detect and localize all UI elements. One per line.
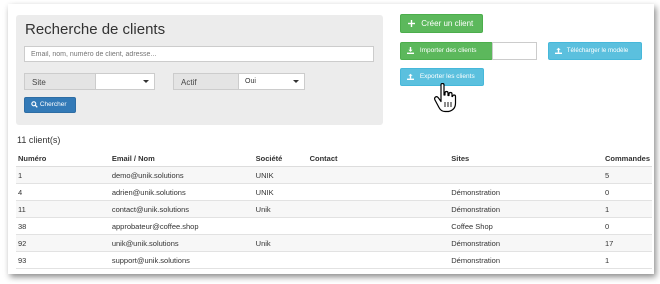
import-file-input[interactable]: [492, 42, 537, 60]
cell-company: UNIK: [253, 166, 308, 184]
cell-company: Unik: [253, 234, 308, 252]
column-header-number: Numéro: [16, 150, 110, 167]
cell-email: unik@unik.solutions: [109, 234, 254, 252]
cell-sites: Démonstration: [449, 200, 603, 218]
cell-sites: [449, 166, 603, 184]
table-row[interactable]: 1 demo@unik.solutions UNIK 5: [16, 166, 652, 184]
cell-number: 93: [16, 251, 110, 269]
chevron-down-icon: [293, 80, 299, 83]
active-select[interactable]: Oui: [238, 73, 305, 90]
cell-contact: [307, 200, 450, 218]
search-icon: [31, 101, 38, 108]
cell-contact: [307, 166, 450, 184]
search-panel: Recherche de clients Site Actif Oui Cher…: [16, 15, 383, 125]
cell-number: 1: [16, 166, 110, 184]
cell-email: support@unik.solutions: [109, 251, 254, 269]
cell-company: Unik: [253, 200, 308, 218]
upload-icon: [555, 47, 562, 54]
cell-contact: [307, 217, 450, 235]
table-header-row: Numéro Email / Nom Société Contact Sites…: [16, 150, 652, 167]
column-header-contact: Contact: [307, 150, 450, 167]
cell-sites: Démonstration: [449, 234, 603, 252]
plus-icon: [408, 20, 415, 28]
panel-title: Recherche de clients: [25, 21, 166, 38]
column-header-email: Email / Nom: [109, 150, 254, 167]
site-select[interactable]: [95, 73, 155, 90]
cell-sites: Démonstration: [449, 251, 603, 269]
cell-company: [253, 251, 308, 269]
chevron-down-icon: [143, 80, 149, 83]
column-header-company: Société: [253, 150, 308, 167]
hand-cursor-icon: [434, 83, 457, 113]
create-client-button[interactable]: Créer un client: [400, 14, 483, 33]
cell-number: 92: [16, 234, 110, 252]
table-row[interactable]: 11 contact@unik.solutions Unik Démonstra…: [16, 200, 652, 218]
site-label: Site: [24, 73, 96, 90]
download-template-label: Télécharger le modèle: [566, 47, 629, 54]
download-template-button[interactable]: Télécharger le modèle: [548, 42, 642, 60]
cell-orders: 5: [602, 166, 652, 184]
active-select-value: Oui: [245, 78, 256, 85]
table-row[interactable]: 92 unik@unik.solutions Unik Démonstratio…: [16, 234, 652, 252]
cell-orders: 0: [602, 183, 652, 201]
column-header-orders: Commandes: [602, 150, 652, 167]
search-button-label: Chercher: [39, 101, 67, 108]
cell-number: 11: [16, 200, 110, 218]
active-label: Actif: [173, 73, 239, 90]
search-button[interactable]: Chercher: [24, 97, 76, 113]
column-header-sites: Sites: [449, 150, 603, 167]
cell-email: demo@unik.solutions: [109, 166, 254, 184]
cell-number: 4: [16, 183, 110, 201]
cell-email: approbateur@coffee.shop: [109, 217, 254, 235]
cell-contact: [307, 234, 450, 252]
cell-company: UNIK: [253, 183, 308, 201]
cell-orders: 17: [602, 234, 652, 252]
cell-sites: Démonstration: [449, 183, 603, 201]
export-clients-label: Exporter les clients: [419, 73, 475, 80]
table-row[interactable]: 93 support@unik.solutions Démonstration …: [16, 251, 652, 269]
table-row[interactable]: 38 approbateur@coffee.shop Coffee Shop 0: [16, 217, 652, 235]
cell-company: [253, 217, 308, 235]
download-icon: [407, 46, 414, 54]
cell-orders: 0: [602, 217, 652, 235]
table-row[interactable]: 4 adrien@unik.solutions UNIK Démonstrati…: [16, 183, 652, 201]
results-count: 11 client(s): [17, 135, 61, 145]
import-clients-label: Importer des clients: [419, 47, 477, 54]
import-clients-button[interactable]: Importer des clients: [400, 42, 493, 60]
cell-contact: [307, 251, 450, 269]
cell-orders: 1: [602, 251, 652, 269]
cell-orders: 1: [602, 200, 652, 218]
cell-contact: [307, 183, 450, 201]
cell-email: contact@unik.solutions: [109, 200, 254, 218]
upload-icon: [407, 73, 414, 80]
cell-number: 38: [16, 217, 110, 235]
cell-email: adrien@unik.solutions: [109, 183, 254, 201]
search-input[interactable]: [24, 46, 374, 62]
cell-sites: Coffee Shop: [449, 217, 603, 235]
create-client-label: Créer un client: [421, 19, 474, 28]
clients-table: Numéro Email / Nom Société Contact Sites…: [16, 150, 652, 269]
